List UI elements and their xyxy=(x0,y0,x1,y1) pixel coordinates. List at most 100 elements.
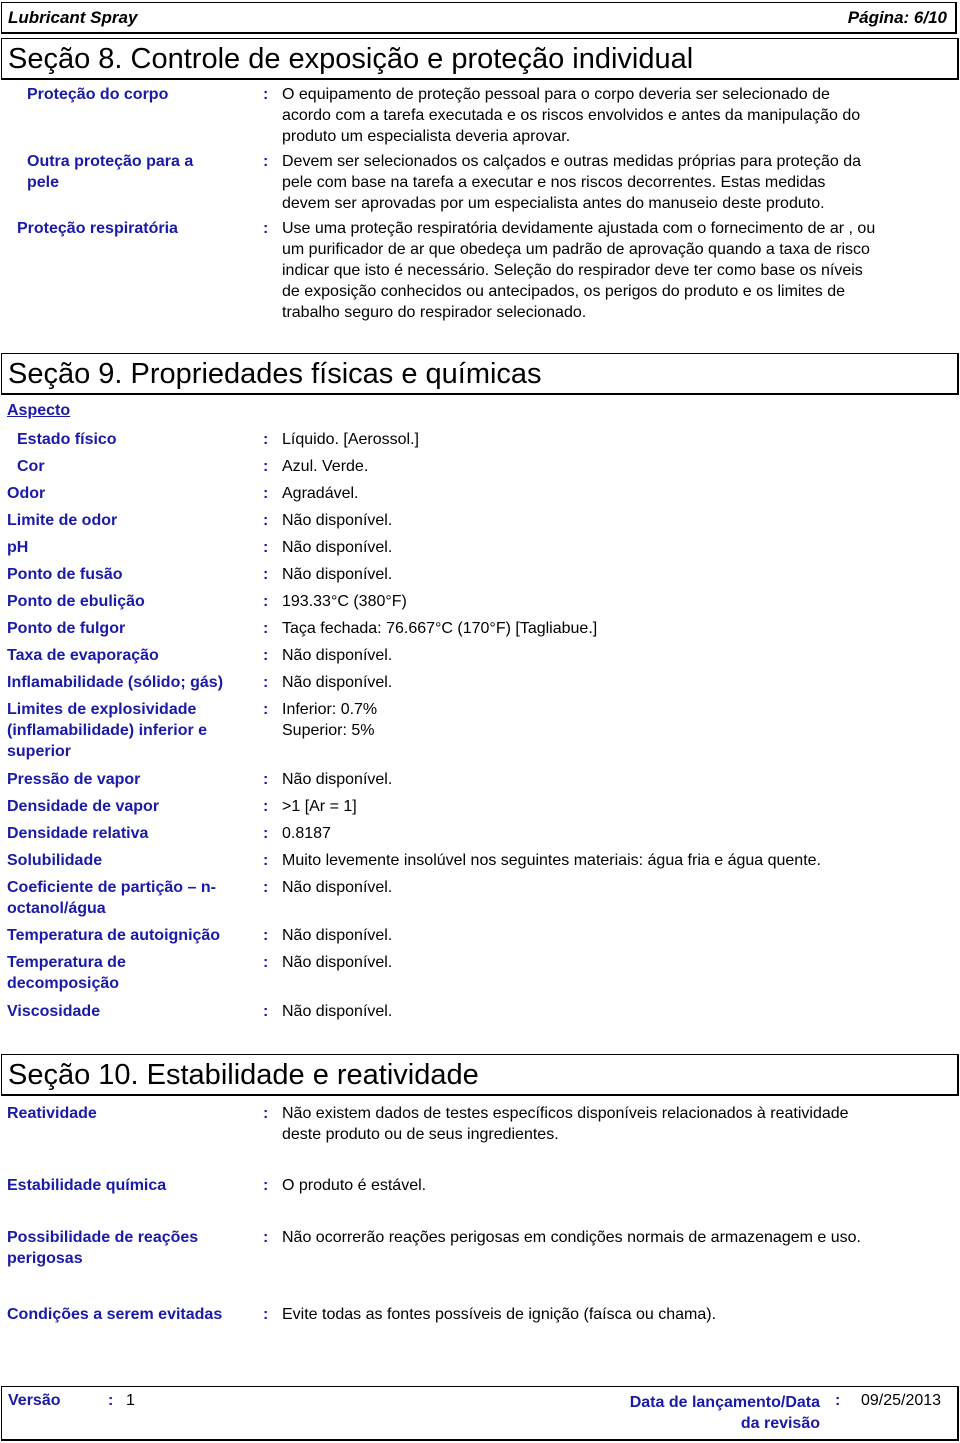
label-line: Outra proteção para a xyxy=(27,153,194,170)
value: O produto é estável. xyxy=(282,1177,427,1194)
property-value: Taça fechada: 76.667°C (170°F) [Tagliabu… xyxy=(282,620,598,637)
colon: : xyxy=(263,458,269,475)
colon: : xyxy=(263,431,269,448)
value-line: indicar que isto é necessário. Seleção d… xyxy=(282,262,863,279)
property-label: Solubilidade xyxy=(7,852,103,869)
product-name: Lubricant Spray xyxy=(8,7,138,27)
value-line: pele com base na tarefa a executar e nos… xyxy=(282,174,826,191)
property-label: pH xyxy=(7,539,29,556)
property-label: Estado físico xyxy=(17,431,117,448)
release-date-label: Data de lançamento/Data da revisão xyxy=(602,1392,820,1434)
colon: : xyxy=(263,566,269,583)
property-label: Densidade relativa xyxy=(7,825,149,842)
property-label: Temperatura de decomposição xyxy=(7,952,126,994)
value-line: deste produto ou de seus ingredientes. xyxy=(282,1126,559,1143)
colon: : xyxy=(263,620,269,637)
property-value: Agradável. xyxy=(282,485,359,502)
colon: : xyxy=(263,674,269,691)
colon: : xyxy=(263,771,269,788)
label-line: Data de lançamento/Data xyxy=(629,1394,820,1411)
value: O equipamento de proteção pessoal para o… xyxy=(282,84,860,147)
label: Condições a serem evitadas xyxy=(7,1306,223,1323)
property-label: Densidade de vapor xyxy=(7,798,160,815)
property-label: Pressão de vapor xyxy=(7,771,141,788)
colon: : xyxy=(263,879,269,896)
label-line: Coeficiente de partição – n- xyxy=(7,879,216,896)
label-line: decomposição xyxy=(7,975,120,992)
value-line: acordo com a tarefa executada e os risco… xyxy=(282,107,861,124)
value-line: produto um especialista deveria aprovar. xyxy=(282,128,571,145)
property-label: Cor xyxy=(17,458,45,475)
property-value: >1 [Ar = 1] xyxy=(282,798,357,815)
value-line: O equipamento de proteção pessoal para o… xyxy=(282,86,830,103)
label-line: perigosas xyxy=(7,1250,83,1267)
property-value: Inferior: 0.7% Superior: 5% xyxy=(282,699,377,741)
property-value: Não disponível. xyxy=(282,566,393,583)
value: Evite todas as fontes possíveis de igniç… xyxy=(282,1306,717,1323)
property-label: Inflamabilidade (sólido; gás) xyxy=(7,674,224,691)
property-value: Não disponível. xyxy=(282,674,393,691)
section-8-title: Seção 8. Controle de exposição e proteçã… xyxy=(1,38,959,80)
value: Não existem dados de testes específicos … xyxy=(282,1103,849,1145)
property-value: Não disponível. xyxy=(282,512,393,529)
property-value: Não disponível. xyxy=(282,539,393,556)
colon: : xyxy=(263,954,269,971)
label-line: superior xyxy=(7,743,72,760)
page-header: Lubricant Spray Página: 6/10 xyxy=(1,2,957,34)
label: Possibilidade de reações perigosas xyxy=(7,1227,198,1269)
property-value: Não disponível. xyxy=(282,927,393,944)
property-label: Viscosidade xyxy=(7,1003,101,1020)
colon: : xyxy=(263,825,269,842)
value-line: trabalho seguro do respirador selecionad… xyxy=(282,304,587,321)
colon: : xyxy=(263,593,269,610)
property-label: Limites de explosividade (inflamabilidade… xyxy=(7,699,207,762)
property-value: Não disponível. xyxy=(282,954,393,971)
colon: : xyxy=(263,647,269,664)
colon: : xyxy=(835,1392,841,1409)
colon: : xyxy=(263,852,269,869)
section-9-title: Seção 9. Propriedades físicas e químicas xyxy=(1,353,959,395)
label-line: Possibilidade de reações xyxy=(7,1229,199,1246)
colon: : xyxy=(263,1105,269,1122)
value-line: Use uma proteção respiratória devidament… xyxy=(282,220,876,237)
value-line: devem ser aprovadas por um especialista … xyxy=(282,195,825,212)
value: Não ocorrerão reações perigosas em condi… xyxy=(282,1229,861,1246)
colon: : xyxy=(263,153,269,170)
property-value: Não disponível. xyxy=(282,771,393,788)
colon: : xyxy=(263,86,269,103)
label: Outra proteção para a pele xyxy=(27,151,193,193)
colon: : xyxy=(263,485,269,502)
value-line: Devem ser selecionados os calçados e out… xyxy=(282,153,861,170)
property-label: Taxa de evaporação xyxy=(7,647,159,664)
colon: : xyxy=(263,927,269,944)
label: Reatividade xyxy=(7,1105,97,1122)
value-line: de exposição conhecidos ou antecipados, … xyxy=(282,283,846,300)
label: Estabilidade química xyxy=(7,1177,167,1194)
version-value: 1 xyxy=(126,1392,135,1409)
label: Proteção respiratória xyxy=(17,220,178,237)
property-value: Líquido. [Aerossol.] xyxy=(282,431,419,448)
label-line: da revisão xyxy=(740,1415,820,1432)
colon: : xyxy=(263,512,269,529)
version-label: Versão xyxy=(8,1392,61,1409)
colon: : xyxy=(108,1392,114,1409)
value-line: um purificador de ar que obedeça um padr… xyxy=(282,241,870,258)
property-value: Não disponível. xyxy=(282,647,393,664)
label-line: octanol/água xyxy=(7,900,106,917)
colon: : xyxy=(263,1229,269,1246)
property-value: 0.8187 xyxy=(282,825,331,842)
property-value: Azul. Verde. xyxy=(282,458,369,475)
value: Use uma proteção respiratória devidament… xyxy=(282,218,875,323)
aspect-heading: Aspecto xyxy=(7,402,71,419)
colon: : xyxy=(263,220,269,237)
property-label: Ponto de ebulição xyxy=(7,593,145,610)
property-label: Ponto de fusão xyxy=(7,566,123,583)
colon: : xyxy=(263,701,269,718)
colon: : xyxy=(263,1177,269,1194)
colon: : xyxy=(263,798,269,815)
value-line: Superior: 5% xyxy=(282,722,375,739)
colon: : xyxy=(263,539,269,556)
property-label: Temperatura de autoignição xyxy=(7,927,221,944)
property-value: Não disponível. xyxy=(282,879,393,896)
property-label: Limite de odor xyxy=(7,512,118,529)
